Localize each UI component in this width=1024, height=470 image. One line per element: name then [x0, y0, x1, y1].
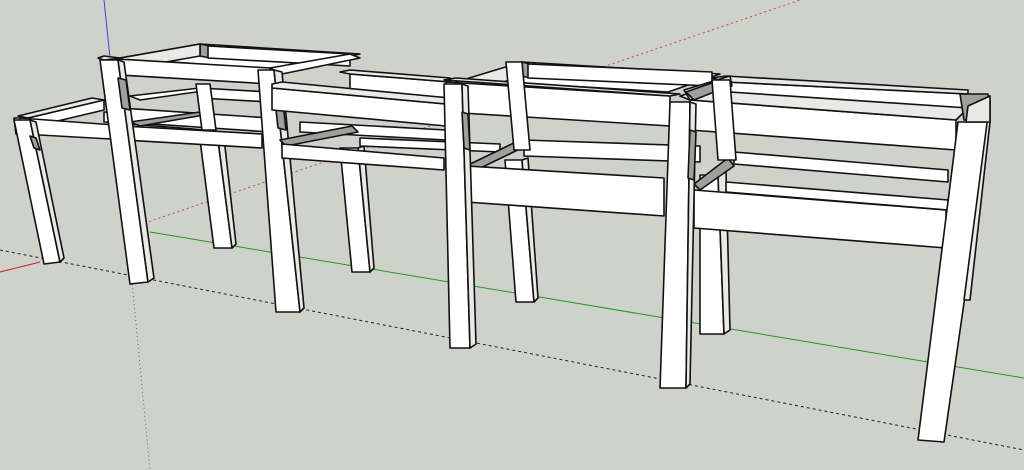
green-axis-dotted: [0, 249, 1024, 451]
red-axis: [0, 261, 41, 273]
3d-modeling-viewport[interactable]: [0, 0, 1024, 470]
model-canvas[interactable]: [0, 0, 1024, 470]
